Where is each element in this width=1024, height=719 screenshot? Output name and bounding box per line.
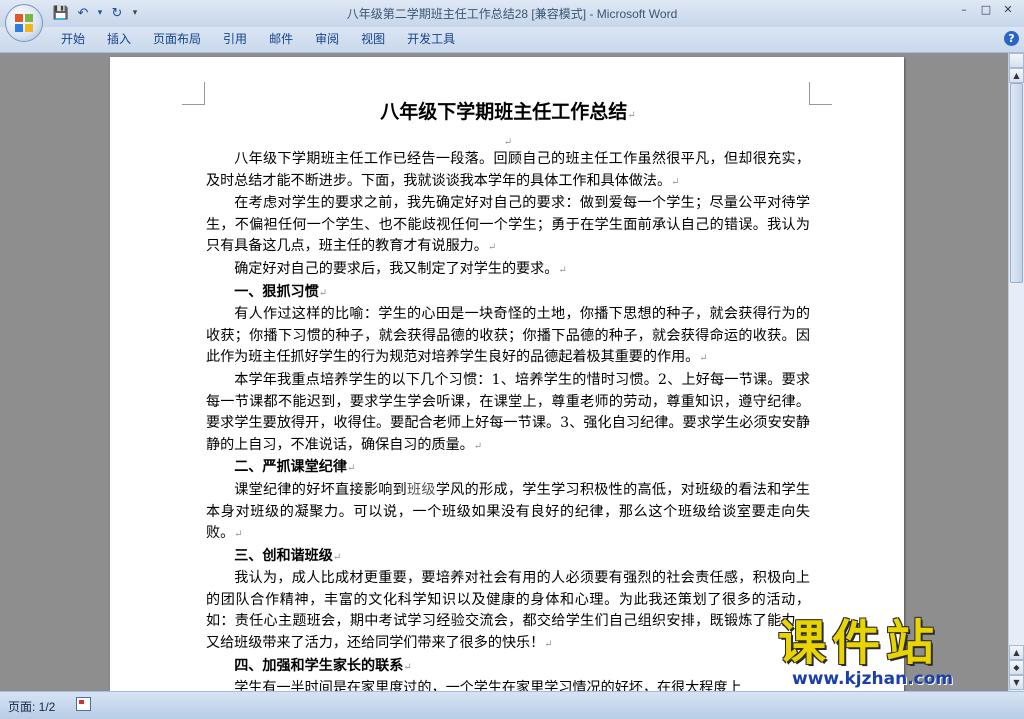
ribbon-tabs: 开始 插入 页面布局 引用 邮件 审阅 视图 开发工具 <box>50 31 466 47</box>
paragraph-mark: ↵ <box>487 242 497 254</box>
close-button[interactable]: ✕ <box>998 2 1018 18</box>
paragraph: 本学年我重点培养学生的以下几个习惯：1、培养学生的惜时习惯。2、上好每一节课。要… <box>206 371 810 453</box>
scroll-down-icon[interactable]: ▼ <box>1009 675 1024 690</box>
paragraph-mark: ↵ <box>627 110 636 121</box>
tab-home[interactable]: 开始 <box>50 31 96 47</box>
paragraph: 确定好对自己的要求后，我又制定了对学生的要求。↵ <box>234 260 567 277</box>
window-controls: – □ ✕ <box>954 2 1018 18</box>
tab-mailings[interactable]: 邮件 <box>258 31 304 47</box>
status-bar: 页面: 1/2 <box>0 691 1024 719</box>
section-heading: 三、创和谐班级↵ <box>234 547 342 564</box>
paragraph-mark: ↵ <box>699 353 708 365</box>
section-heading: 四、加强和学生家长的联系↵ <box>234 657 412 674</box>
ribbon: 开始 插入 页面布局 引用 邮件 审阅 视图 开发工具 ? <box>0 27 1024 53</box>
paragraph: 我认为，成人比成材更重要，要培养对社会有用的人必须要有强烈的社会责任感，积极向上… <box>206 570 810 652</box>
minimize-button[interactable]: – <box>954 2 974 18</box>
tab-page-layout[interactable]: 页面布局 <box>142 31 212 47</box>
paragraph: 学生有一半时间是在家里度过的，一个学生在家里学习情况的好坏，在很大程度上 <box>234 680 742 691</box>
watermark-text: 课件站 <box>778 615 941 671</box>
office-logo-icon <box>15 14 33 32</box>
paragraph-mark: ↵ <box>318 287 328 299</box>
margin-mark-top-right <box>809 82 832 105</box>
document-area[interactable]: 八年级下学期班主任工作总结↵ ↵ 八年级下学期班主任工作已经告一段落。回顾自己的… <box>0 53 1008 691</box>
watermark-logo: 课件站 www.kjzhan.com <box>770 615 1010 695</box>
select-browse-object-icon[interactable]: ◆ <box>1009 660 1024 675</box>
tab-view[interactable]: 视图 <box>350 31 396 47</box>
proofing-icon[interactable] <box>76 697 91 711</box>
page-count[interactable]: 页面: 1/2 <box>8 698 55 715</box>
scrollbar-thumb[interactable] <box>1010 83 1023 283</box>
scroll-up-page-icon[interactable]: ▲ <box>1009 645 1024 660</box>
paragraph-mark: ↵ <box>332 551 342 563</box>
maximize-button[interactable]: □ <box>976 2 996 18</box>
paragraph-mark: ↵ <box>503 137 513 148</box>
document-content[interactable]: 八年级下学期班主任工作总结↵ ↵ 八年级下学期班主任工作已经告一段落。回顾自己的… <box>206 97 810 691</box>
tab-review[interactable]: 审阅 <box>304 31 350 47</box>
title-bar: 💾 ↶ ▾ ↻ ▾ 八年级第二学期班主任工作总结28 [兼容模式] - Micr… <box>0 0 1024 27</box>
tab-developer[interactable]: 开发工具 <box>396 31 466 47</box>
section-heading: 二、严抓课堂纪律↵ <box>234 459 356 476</box>
hyperlink[interactable]: 班级 <box>407 482 436 498</box>
document-title: 八年级下学期班主任工作总结↵ <box>380 101 636 123</box>
app-name: Microsoft Word <box>596 7 678 21</box>
paragraph: 有人作过这样的比喻：学生的心田是一块奇怪的土地，你播下思想的种子，就会获得行为的… <box>206 306 810 366</box>
paragraph-mark: ↵ <box>558 264 567 276</box>
tab-insert[interactable]: 插入 <box>96 31 142 47</box>
scroll-up-icon[interactable]: ▲ <box>1009 68 1024 83</box>
vertical-scrollbar[interactable]: ▲ ▲ ◆ ▼ <box>1008 53 1024 691</box>
paragraph-mark: ↵ <box>473 440 483 452</box>
paragraph-mark: ↵ <box>403 661 412 673</box>
tab-references[interactable]: 引用 <box>212 31 258 47</box>
window-title: 八年级第二学期班主任工作总结28 [兼容模式] - Microsoft Word <box>0 5 1024 22</box>
ruler-toggle-icon[interactable] <box>1009 53 1024 68</box>
section-heading: 一、狠抓习惯↵ <box>234 283 328 300</box>
watermark-url: www.kjzhan.com <box>792 669 954 689</box>
paragraph: 课堂纪律的好坏直接影响到班级学风的形成，学生学习积极性的高低，对班级的看法和学生… <box>206 481 811 542</box>
paragraph: 在考虑对学生的要求之前，我先确定好对自己的要求：做到爱每一个学生；尽量公平对待学… <box>206 195 810 255</box>
document-page[interactable]: 八年级下学期班主任工作总结↵ ↵ 八年级下学期班主任工作已经告一段落。回顾自己的… <box>110 57 904 691</box>
blank-line: ↵ <box>206 131 810 149</box>
paragraph-mark: ↵ <box>544 639 553 651</box>
paragraph-mark: ↵ <box>346 463 356 475</box>
paragraph-mark: ↵ <box>234 529 243 541</box>
paragraph-mark: ↵ <box>671 176 680 188</box>
help-icon[interactable]: ? <box>1004 31 1019 46</box>
title-separator: - <box>586 7 597 21</box>
margin-mark-top-left <box>182 82 205 105</box>
document-name: 八年级第二学期班主任工作总结28 [兼容模式] <box>346 7 587 21</box>
paragraph: 八年级下学期班主任工作已经告一段落。回顾自己的班主任工作虽然很平凡，但却很充实，… <box>206 151 810 189</box>
office-button[interactable] <box>5 4 43 42</box>
